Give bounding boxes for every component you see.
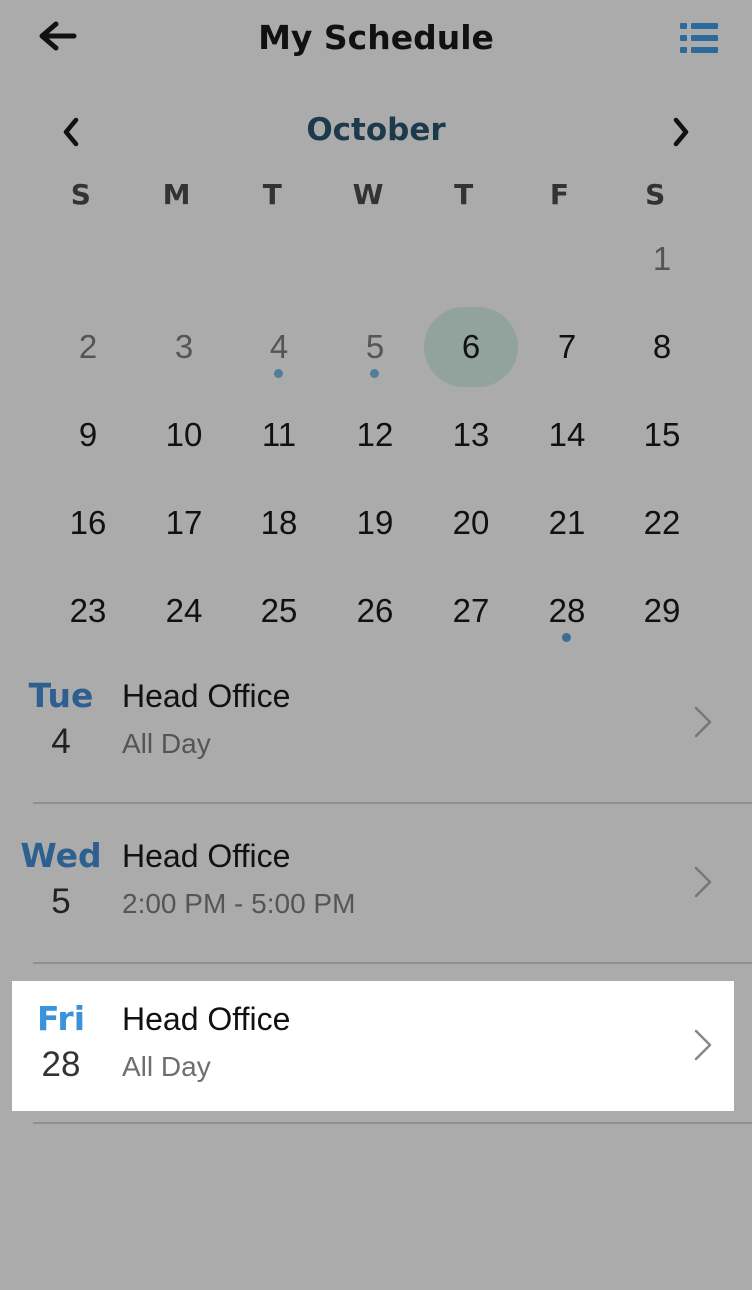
- calendar-day-selected[interactable]: 6: [424, 307, 518, 387]
- calendar-day-number: 16: [69, 504, 107, 541]
- event-indicator-dot: [562, 633, 571, 642]
- event-time: All Day: [122, 728, 211, 759]
- calendar-day-number: 22: [643, 504, 681, 541]
- calendar-day[interactable]: 12: [328, 395, 422, 475]
- event-item-highlighted[interactable]: Fri 28 Head Office All Day: [12, 981, 734, 1111]
- calendar-day-number: 29: [643, 592, 681, 629]
- calendar-day-number: 19: [356, 504, 394, 541]
- calendar-grid: 1 2 3 4 5 6 7 8 9 10 11 12 13 14 15 16 17 18 19 20 21 22 23 24 2…: [0, 0, 752, 660]
- calendar-day-number: 3: [174, 328, 194, 365]
- calendar-day[interactable]: 15: [615, 395, 709, 475]
- calendar-day[interactable]: 14: [520, 395, 614, 475]
- event-indicator-dot: [370, 369, 379, 378]
- calendar-day[interactable]: 19: [328, 483, 422, 563]
- calendar-day[interactable]: 2: [41, 307, 135, 387]
- event-time: All Day: [122, 1051, 211, 1082]
- calendar-day-number: 15: [643, 416, 681, 453]
- calendar-day[interactable]: 21: [520, 483, 614, 563]
- calendar-day-number: 6: [461, 328, 481, 365]
- calendar-day-number: 24: [165, 592, 203, 629]
- chevron-right-icon: [694, 706, 712, 738]
- chevron-right-icon: [694, 1029, 712, 1061]
- calendar-day-number: 23: [69, 592, 107, 629]
- calendar-day-number: 12: [356, 416, 394, 453]
- calendar-day-number: 25: [260, 592, 298, 629]
- calendar-day[interactable]: 10: [137, 395, 231, 475]
- event-date: 28: [41, 1045, 81, 1084]
- event-date: 5: [51, 882, 71, 921]
- calendar-day-number: 8: [652, 328, 672, 365]
- event-weekday: Tue: [28, 676, 94, 715]
- calendar-day[interactable]: 25: [232, 571, 326, 651]
- calendar-day-number: 13: [452, 416, 490, 453]
- calendar-day[interactable]: 8: [615, 307, 709, 387]
- calendar-day[interactable]: 9: [41, 395, 135, 475]
- calendar-day[interactable]: 3: [137, 307, 231, 387]
- calendar-day-number: 2: [78, 328, 98, 365]
- event-date: 4: [51, 722, 71, 761]
- calendar-day[interactable]: 24: [137, 571, 231, 651]
- calendar-day[interactable]: 23: [41, 571, 135, 651]
- event-item[interactable]: Tue 4 Head Office All Day: [12, 658, 734, 788]
- calendar-day[interactable]: 4: [232, 307, 326, 387]
- list-divider: [33, 962, 752, 964]
- calendar-day[interactable]: 20: [424, 483, 518, 563]
- event-title: Head Office: [122, 838, 291, 874]
- list-divider: [33, 802, 752, 804]
- calendar-day[interactable]: 28: [520, 571, 614, 651]
- event-weekday: Fri: [36, 999, 86, 1038]
- calendar-day-number: 9: [78, 416, 98, 453]
- calendar-day[interactable]: 27: [424, 571, 518, 651]
- calendar-day[interactable]: 18: [232, 483, 326, 563]
- calendar-day[interactable]: 29: [615, 571, 709, 651]
- calendar-day-number: 26: [356, 592, 394, 629]
- list-divider: [33, 1122, 752, 1124]
- calendar-day-number: 21: [548, 504, 586, 541]
- calendar-day[interactable]: 26: [328, 571, 422, 651]
- calendar-day[interactable]: 16: [41, 483, 135, 563]
- event-title: Head Office: [122, 1001, 291, 1037]
- event-weekday: Wed: [20, 836, 102, 875]
- calendar-day-number: 7: [557, 328, 577, 365]
- calendar-day-number: 17: [165, 504, 203, 541]
- calendar-day[interactable]: 5: [328, 307, 422, 387]
- calendar-day[interactable]: 17: [137, 483, 231, 563]
- calendar-day[interactable]: 13: [424, 395, 518, 475]
- calendar-day[interactable]: 1: [615, 219, 709, 299]
- calendar-day-number: 10: [165, 416, 203, 453]
- event-title: Head Office: [122, 678, 291, 714]
- calendar-day[interactable]: 7: [520, 307, 614, 387]
- calendar-day-number: 27: [452, 592, 490, 629]
- calendar-day-number: 18: [260, 504, 298, 541]
- event-item[interactable]: Wed 5 Head Office 2:00 PM - 5:00 PM: [12, 818, 734, 948]
- calendar-day-number: 20: [452, 504, 490, 541]
- calendar-day-number: 1: [652, 240, 672, 277]
- event-time: 2:00 PM - 5:00 PM: [122, 888, 356, 919]
- calendar-day-number: 11: [261, 416, 297, 453]
- calendar-day-number: 14: [548, 416, 586, 453]
- event-indicator-dot: [274, 369, 283, 378]
- calendar-day[interactable]: 22: [615, 483, 709, 563]
- chevron-right-icon: [694, 866, 712, 898]
- calendar-day[interactable]: 11: [232, 395, 326, 475]
